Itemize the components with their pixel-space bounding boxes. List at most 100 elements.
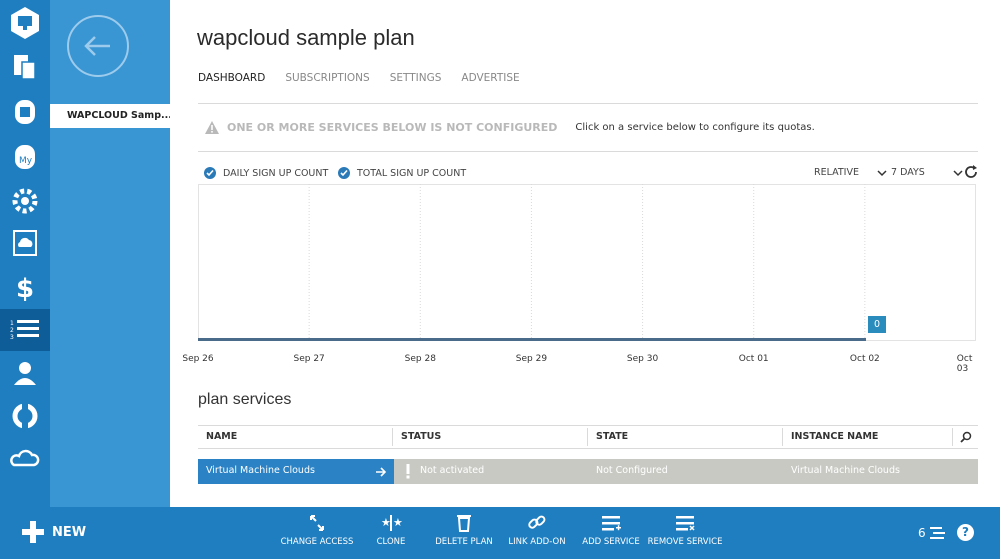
panel-item-selected-plan[interactable]: WAPCLOUD Samp... [50,104,170,128]
plans-list-icon[interactable]: 123 [0,309,50,351]
checkmark-icon [338,167,350,179]
tab-bar: DASHBOARD SUBSCRIPTIONS SETTINGS ADVERTI… [198,72,520,84]
x-tick-label: Sep 29 [515,354,548,364]
x-tick-label: Sep 30 [626,354,659,364]
warning-banner: ONE OR MORE SERVICES BELOW IS NOT CONFIG… [205,121,815,134]
section-title: plan services [198,391,292,408]
chart-plot [308,184,866,341]
change-access-icon [310,515,324,531]
x-tick-label: Sep 28 [404,354,436,364]
service-status: Not activated [420,465,485,476]
command-label: ADD SERVICE [582,537,640,547]
table-header: NAME STATUS STATE INSTANCE NAME [198,425,978,449]
cloud-services-icon[interactable] [0,222,50,264]
x-tick-label: Sep 27 [293,354,325,364]
column-header-status[interactable]: STATUS [401,431,441,442]
column-divider [587,428,588,446]
svg-text:3: 3 [10,334,14,341]
remove-service-icon [676,516,695,531]
svg-text:$: $ [16,274,34,302]
svg-text:My: My [19,156,33,166]
new-button[interactable]: NEW [22,521,86,543]
refresh-cycle-icon[interactable] [0,395,50,437]
notification-count: 6 [918,526,926,540]
service-instance: Virtual Machine Clouds [791,465,900,476]
divider [198,103,978,104]
monitor-icon[interactable] [0,2,50,44]
service-name[interactable]: Virtual Machine Clouds [206,465,315,476]
tab-settings[interactable]: SETTINGS [390,72,442,84]
chart-series-line [198,338,866,341]
command-label: CLONE [376,537,406,547]
notifications-list-icon [929,527,945,539]
command-label: LINK ADD-ON [508,537,566,547]
x-tick-label: Oct 02 [849,354,880,364]
tab-dashboard[interactable]: DASHBOARD [198,72,265,84]
legend-daily-signups[interactable]: DAILY SIGN UP COUNT [204,167,328,179]
web-sites-icon[interactable] [0,47,50,89]
legend-total-signups[interactable]: TOTAL SIGN UP COUNT [338,167,466,179]
data-label: 0 [868,316,886,333]
plans-panel: WAPCLOUD Samp... [50,0,170,507]
left-navigation-rail: My $ 123 [0,0,50,507]
page-title: wapcloud sample plan [197,25,415,50]
column-header-instance[interactable]: INSTANCE NAME [791,431,878,442]
clone-icon: ★ ★ [381,515,402,531]
x-tick-label: Oct 03 [956,354,973,374]
column-divider [392,428,393,446]
column-header-name[interactable]: NAME [206,431,237,442]
checkmark-icon [204,167,216,179]
warning-icon [205,121,219,134]
new-label: NEW [52,524,87,540]
column-divider [952,428,953,446]
user-accounts-icon[interactable] [0,352,50,394]
selected-cell[interactable]: Virtual Machine Clouds [198,459,394,484]
trash-icon [457,515,471,532]
range-label: 7 DAYS [891,167,925,178]
back-arrow-icon [84,36,110,56]
command-label: REMOVE SERVICE [647,537,723,547]
signup-chart [198,184,976,341]
cloud-network-icon[interactable] [0,437,50,479]
svg-text:1: 1 [10,320,14,327]
range-dropdown[interactable]: 7 DAYS [891,167,963,178]
service-state: Not Configured [596,465,668,476]
arrow-right-icon[interactable] [375,467,387,477]
legend-label: TOTAL SIGN UP COUNT [357,167,467,179]
notifications-button[interactable]: 6 [918,526,948,540]
exclamation-icon [406,464,410,479]
link-icon [528,515,546,529]
help-icon[interactable]: ? [957,524,974,541]
legend-label: DAILY SIGN UP COUNT [223,167,329,179]
refresh-icon[interactable] [963,164,979,180]
remove-service-button[interactable]: REMOVE SERVICE [640,513,730,547]
relative-label: RELATIVE [814,167,859,178]
add-service-icon [602,516,621,531]
plus-icon [22,521,44,543]
svg-text:2: 2 [10,327,14,334]
warning-text: Click on a service below to configure it… [575,122,815,133]
sql-database-icon[interactable] [0,91,50,133]
billing-dollar-icon[interactable]: $ [0,266,50,308]
column-header-state[interactable]: STATE [596,431,628,442]
x-tick-label: Sep 26 [182,354,214,364]
command-label: DELETE PLAN [435,537,493,547]
divider [198,151,978,152]
mysql-database-icon[interactable]: My [0,136,50,178]
tab-subscriptions[interactable]: SUBSCRIPTIONS [285,72,369,84]
chevron-down-icon [877,169,887,176]
svg-text:★: ★ [393,516,402,529]
table-row[interactable]: Virtual Machine Clouds Not activated Not… [198,459,978,484]
automation-gear-icon[interactable] [0,180,50,222]
command-bar: NEW CHANGE ACCESS ★ ★ CLONE DELETE PLAN L… [0,507,1000,559]
svg-text:★: ★ [381,516,391,529]
x-tick-label: Oct 01 [738,354,769,364]
tab-advertise[interactable]: ADVERTISE [461,72,519,84]
chevron-down-icon [953,169,963,176]
column-divider [782,428,783,446]
warning-title: ONE OR MORE SERVICES BELOW IS NOT CONFIG… [227,121,558,134]
relative-toggle[interactable]: RELATIVE [814,167,887,178]
search-icon[interactable] [960,431,972,443]
back-button[interactable] [67,15,129,77]
command-label: CHANGE ACCESS [280,537,354,547]
